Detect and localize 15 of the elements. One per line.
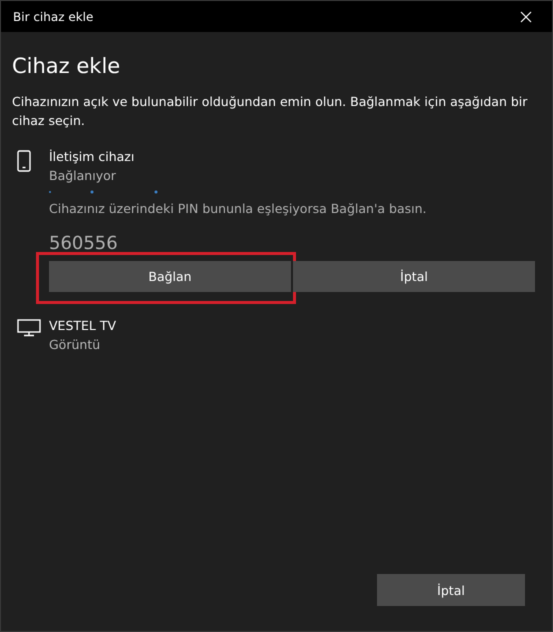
phone-icon <box>17 150 31 172</box>
pin-message: Cihazınız üzerindeki PIN bununla eşleşiyorsa Bağlan'a basın. <box>49 200 426 218</box>
pin-code: 560556 <box>49 233 118 254</box>
close-icon[interactable] <box>520 10 532 22</box>
dialog-button[interactable]: Bağlan <box>49 261 291 292</box>
device-name[interactable]: VESTEL TV <box>49 316 116 335</box>
dialog-heading: Cihaz ekle <box>12 54 122 78</box>
instruction-text: Cihazınızın açık ve bulunabilir olduğundan emin olun. Bağlanmak için aşağıdan bir cihaz seçin. <box>12 93 528 130</box>
device-status: Görüntü <box>49 336 100 354</box>
device-name[interactable]: İletişim cihazı <box>49 147 134 166</box>
cancel-button[interactable]: İptal <box>377 574 525 606</box>
device-status: Bağlanıyor <box>49 167 116 185</box>
dialog-button[interactable]: İptal <box>293 261 535 292</box>
window-title: Bir cihaz ekle <box>13 10 94 24</box>
monitor-icon <box>17 319 41 337</box>
